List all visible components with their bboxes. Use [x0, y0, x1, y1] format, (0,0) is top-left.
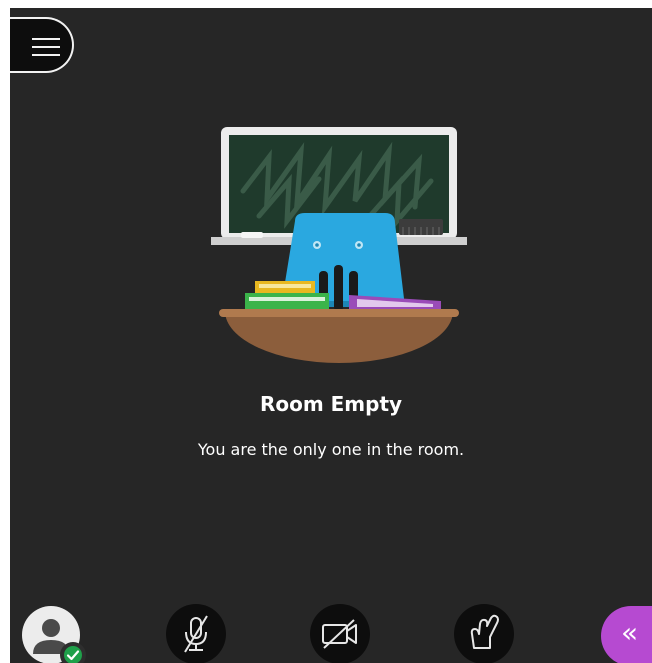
desk-bowl [225, 311, 453, 363]
microphone-off-icon [184, 615, 208, 653]
raise-hand-icon [470, 614, 499, 649]
chevron-double-left-icon: « [621, 616, 639, 649]
hamburger-icon [32, 38, 60, 56]
room-empty-title: Room Empty [259, 392, 403, 416]
status-badge [60, 642, 86, 663]
camera-button[interactable] [310, 604, 370, 663]
check-icon [66, 650, 80, 661]
raise-hand-button[interactable] [454, 604, 514, 663]
camera-off-icon [322, 619, 357, 649]
desk-top [219, 309, 459, 317]
empty-room-illustration [211, 127, 467, 363]
chalk [241, 232, 263, 238]
collaborate-panel-button[interactable]: « [601, 606, 652, 663]
menu-button[interactable] [10, 17, 74, 73]
microphone-button[interactable] [166, 604, 226, 663]
classroom-stage: Room Empty You are the only one in the r… [10, 8, 652, 663]
room-empty-message: You are the only one in the room. [197, 440, 465, 459]
